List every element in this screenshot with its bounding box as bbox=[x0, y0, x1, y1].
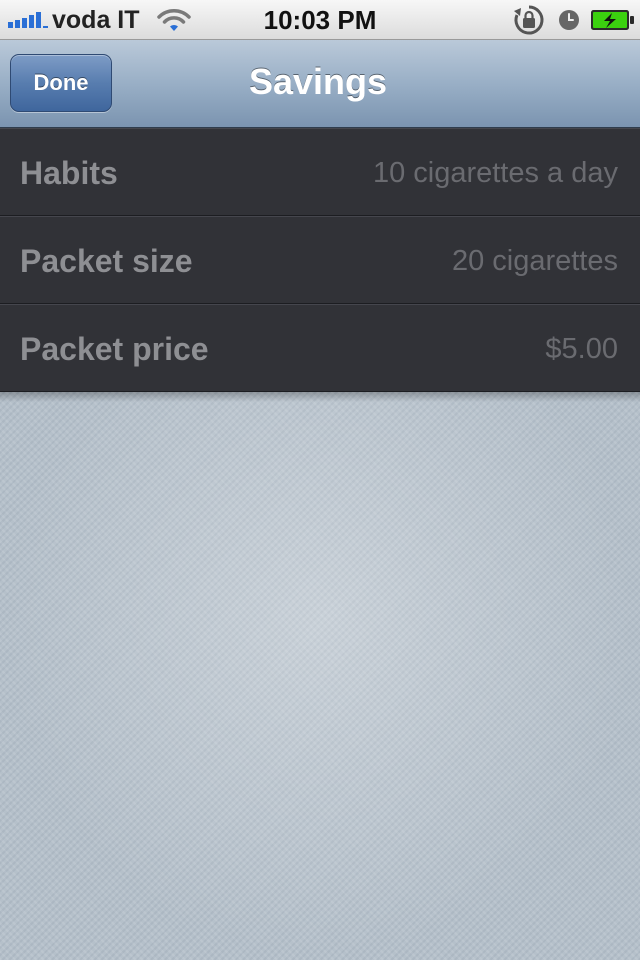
rotation-lock-icon bbox=[514, 5, 544, 35]
row-value: $5.00 bbox=[545, 333, 618, 365]
packet-size-row[interactable]: Packet size 20 cigarettes bbox=[0, 216, 640, 304]
habits-row[interactable]: Habits 10 cigarettes a day bbox=[0, 128, 640, 216]
battery-charging-icon bbox=[591, 10, 634, 30]
background-area bbox=[0, 392, 640, 960]
row-label: Habits bbox=[20, 155, 118, 191]
row-value: 10 cigarettes a day bbox=[372, 157, 618, 189]
list-shadow bbox=[0, 392, 640, 402]
page-title: Savings bbox=[248, 61, 388, 102]
alarm-clock-icon bbox=[559, 10, 579, 30]
row-label: Packet price bbox=[20, 331, 209, 367]
status-bar: voda IT 10:03 PM bbox=[0, 0, 640, 40]
done-button[interactable]: Done bbox=[10, 54, 112, 112]
navigation-bar: Done Savings bbox=[0, 40, 640, 128]
settings-list: Habits 10 cigarettes a day Packet size 2… bbox=[0, 128, 640, 392]
row-value: 20 cigarettes bbox=[451, 245, 618, 277]
row-label: Packet size bbox=[20, 243, 193, 279]
packet-price-row[interactable]: Packet price $5.00 bbox=[0, 304, 640, 392]
